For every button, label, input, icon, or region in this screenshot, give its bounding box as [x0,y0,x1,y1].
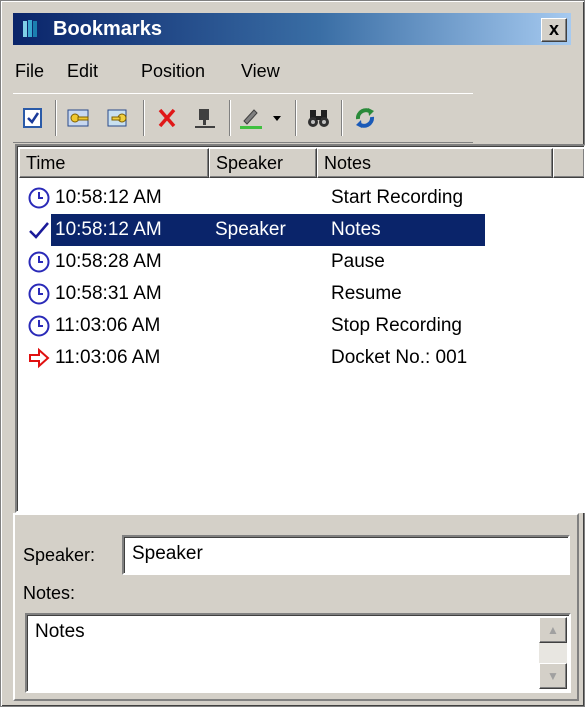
list-row[interactable]: 10:58:12 AM Start Recording [19,182,582,214]
refresh-icon[interactable] [349,102,381,134]
scroll-down-icon[interactable]: ▼ [539,663,567,689]
check-icon [29,222,49,239]
dropdown-arrow-icon[interactable] [267,102,287,134]
delete-icon[interactable] [151,102,183,134]
clock-icon [28,187,50,209]
column-header-notes[interactable]: Notes [317,148,553,178]
list-header: Time Speaker Notes [19,148,584,180]
row-time: 11:03:06 AM [55,347,161,368]
row-notes: Resume [331,283,402,304]
column-header-speaker[interactable]: Speaker [209,148,317,178]
highlight-pen-icon[interactable] [235,102,267,134]
toolbar-separator [55,100,57,136]
menu-view[interactable]: View [241,61,280,82]
row-notes: Notes [331,219,381,240]
window-title: Bookmarks [53,18,162,40]
column-header-filler [553,148,584,178]
row-time: 11:03:06 AM [55,315,161,336]
list-row[interactable]: 11:03:06 AM Stop Recording [19,310,582,342]
toolbar-separator [229,100,231,136]
check-note-icon[interactable] [17,102,49,134]
menu-bar: File Edit Position View [13,55,571,89]
row-time: 10:58:28 AM [55,251,162,272]
key-folder-icon[interactable] [103,102,135,134]
clock-icon [28,315,50,337]
clock-icon [28,251,50,273]
find-binoculars-icon[interactable] [303,102,335,134]
speaker-label: Speaker: [23,545,96,565]
bookmarks-app-icon [23,20,37,37]
row-speaker: Speaker [215,219,286,240]
list-row-selected[interactable]: 10:58:12 AM Speaker Notes [19,214,582,246]
toolbar-separator [341,100,343,136]
list-row[interactable]: 10:58:28 AM Pause [19,246,582,278]
menu-file[interactable]: File [15,61,44,82]
speaker-field-value: Speaker [132,543,203,564]
row-notes: Stop Recording [331,315,462,336]
toolbar-separator [143,100,145,136]
close-button[interactable]: x [541,18,567,42]
details-panel: Speaker: Speaker Notes: Notes ▲ ▼ [13,513,579,701]
key-icon[interactable] [63,102,95,134]
column-header-time[interactable]: Time [19,148,209,178]
notes-field-value: Notes [35,621,85,642]
row-time: 10:58:12 AM [55,187,162,208]
toolbar-separator [295,100,297,136]
notes-scrollbar[interactable]: ▲ ▼ [539,617,567,689]
row-notes: Start Recording [331,187,464,208]
menu-position[interactable]: Position [141,61,205,82]
list-row[interactable]: 11:03:06 AM Docket No.: 001 [19,342,582,374]
clock-icon [28,283,50,305]
row-notes: Pause [331,251,385,272]
notes-label: Notes: [23,583,76,603]
bookmarks-window: Bookmarks x File Edit Position View Time… [0,0,585,707]
row-notes: Docket No.: 001 [331,347,468,368]
row-time: 10:58:31 AM [55,283,162,304]
notes-field[interactable]: Notes ▲ ▼ [25,613,571,693]
scroll-up-icon[interactable]: ▲ [539,617,567,643]
menu-edit[interactable]: Edit [67,61,98,82]
speaker-field[interactable]: Speaker [122,535,570,575]
list-row[interactable]: 10:58:31 AM Resume [19,278,582,310]
toolbar [13,93,473,143]
title-bar[interactable]: Bookmarks x [13,13,571,45]
bookmarks-list[interactable]: Time Speaker Notes 10:58:12 AM Start Rec… [15,144,585,513]
insert-marker-icon[interactable] [189,102,221,134]
row-time: 10:58:12 AM [55,219,162,240]
arrow-icon [29,347,50,369]
